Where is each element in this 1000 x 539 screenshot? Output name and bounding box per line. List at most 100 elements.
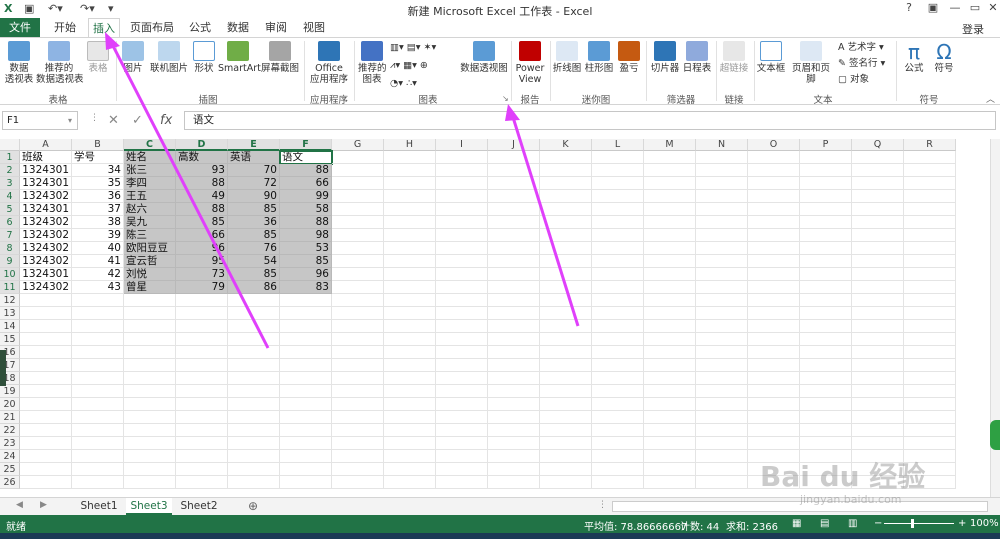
- cell-o7[interactable]: [748, 229, 800, 242]
- cell-n11[interactable]: [696, 281, 748, 294]
- cell-h23[interactable]: [384, 437, 436, 450]
- cell-a10[interactable]: 1324301: [20, 268, 72, 281]
- cell-b11[interactable]: 43: [72, 281, 124, 294]
- help-button[interactable]: ?: [898, 1, 920, 14]
- cell-i8[interactable]: [436, 242, 488, 255]
- cell-k5[interactable]: [540, 203, 592, 216]
- cell-r16[interactable]: [904, 346, 956, 359]
- cell-h25[interactable]: [384, 463, 436, 476]
- cell-f7[interactable]: 98: [280, 229, 332, 242]
- cell-m7[interactable]: [644, 229, 696, 242]
- row-header-9[interactable]: 9: [0, 255, 20, 268]
- cell-m20[interactable]: [644, 398, 696, 411]
- cell-q11[interactable]: [852, 281, 904, 294]
- cell-n24[interactable]: [696, 450, 748, 463]
- cell-o9[interactable]: [748, 255, 800, 268]
- row-header-7[interactable]: 7: [0, 229, 20, 242]
- cell-g10[interactable]: [332, 268, 384, 281]
- zoom-slider-thumb[interactable]: [911, 519, 914, 528]
- row-header-20[interactable]: 20: [0, 398, 20, 411]
- name-box[interactable]: F1: [2, 111, 78, 130]
- row-header-22[interactable]: 22: [0, 424, 20, 437]
- column-header-a[interactable]: A: [20, 139, 72, 151]
- cell-i6[interactable]: [436, 216, 488, 229]
- cell-i24[interactable]: [436, 450, 488, 463]
- cell-a7[interactable]: 1324302: [20, 229, 72, 242]
- cell-f12[interactable]: [280, 294, 332, 307]
- cell-d9[interactable]: 95: [176, 255, 228, 268]
- cell-b14[interactable]: [72, 320, 124, 333]
- cell-e2[interactable]: 70: [228, 164, 280, 177]
- cell-a8[interactable]: 1324302: [20, 242, 72, 255]
- cell-k7[interactable]: [540, 229, 592, 242]
- cell-q18[interactable]: [852, 372, 904, 385]
- cell-g19[interactable]: [332, 385, 384, 398]
- cell-o19[interactable]: [748, 385, 800, 398]
- cell-j19[interactable]: [488, 385, 540, 398]
- cell-i12[interactable]: [436, 294, 488, 307]
- cell-n4[interactable]: [696, 190, 748, 203]
- recommended-charts-button[interactable]: 推荐的 图表: [358, 41, 387, 85]
- cell-h5[interactable]: [384, 203, 436, 216]
- cell-h24[interactable]: [384, 450, 436, 463]
- cell-o6[interactable]: [748, 216, 800, 229]
- cell-m3[interactable]: [644, 177, 696, 190]
- row-header-10[interactable]: 10: [0, 268, 20, 281]
- cell-l3[interactable]: [592, 177, 644, 190]
- row-header-12[interactable]: 12: [0, 294, 20, 307]
- cell-l4[interactable]: [592, 190, 644, 203]
- cell-m5[interactable]: [644, 203, 696, 216]
- cell-q17[interactable]: [852, 359, 904, 372]
- cell-k16[interactable]: [540, 346, 592, 359]
- cell-j17[interactable]: [488, 359, 540, 372]
- cell-f16[interactable]: [280, 346, 332, 359]
- cell-a15[interactable]: [20, 333, 72, 346]
- cell-l15[interactable]: [592, 333, 644, 346]
- cell-k17[interactable]: [540, 359, 592, 372]
- cell-g16[interactable]: [332, 346, 384, 359]
- cell-m6[interactable]: [644, 216, 696, 229]
- cell-l21[interactable]: [592, 411, 644, 424]
- cell-e1[interactable]: 英语: [228, 151, 280, 164]
- cell-k24[interactable]: [540, 450, 592, 463]
- cell-g25[interactable]: [332, 463, 384, 476]
- cell-a14[interactable]: [20, 320, 72, 333]
- cell-p19[interactable]: [800, 385, 852, 398]
- cell-h19[interactable]: [384, 385, 436, 398]
- cell-d20[interactable]: [176, 398, 228, 411]
- cell-c12[interactable]: [124, 294, 176, 307]
- column-header-m[interactable]: M: [644, 139, 696, 151]
- symbol-button[interactable]: Ω 符号: [930, 41, 958, 74]
- cell-f18[interactable]: [280, 372, 332, 385]
- cell-g21[interactable]: [332, 411, 384, 424]
- cell-j3[interactable]: [488, 177, 540, 190]
- cell-r23[interactable]: [904, 437, 956, 450]
- cell-p23[interactable]: [800, 437, 852, 450]
- cell-e12[interactable]: [228, 294, 280, 307]
- cell-n10[interactable]: [696, 268, 748, 281]
- prev-sheet-icon[interactable]: ◀: [16, 500, 23, 510]
- cell-o11[interactable]: [748, 281, 800, 294]
- cell-n18[interactable]: [696, 372, 748, 385]
- cell-p21[interactable]: [800, 411, 852, 424]
- cell-b2[interactable]: 34: [72, 164, 124, 177]
- cell-k26[interactable]: [540, 476, 592, 489]
- cell-r7[interactable]: [904, 229, 956, 242]
- cell-f26[interactable]: [280, 476, 332, 489]
- cell-b23[interactable]: [72, 437, 124, 450]
- cell-q13[interactable]: [852, 307, 904, 320]
- cell-j6[interactable]: [488, 216, 540, 229]
- column-header-c[interactable]: C: [124, 139, 176, 151]
- cell-g23[interactable]: [332, 437, 384, 450]
- cell-c15[interactable]: [124, 333, 176, 346]
- column-header-b[interactable]: B: [72, 139, 124, 151]
- cell-o20[interactable]: [748, 398, 800, 411]
- cell-j22[interactable]: [488, 424, 540, 437]
- cell-m17[interactable]: [644, 359, 696, 372]
- cell-g6[interactable]: [332, 216, 384, 229]
- slicer-button[interactable]: 切片器: [650, 41, 680, 74]
- cell-h2[interactable]: [384, 164, 436, 177]
- cell-q7[interactable]: [852, 229, 904, 242]
- cell-l16[interactable]: [592, 346, 644, 359]
- cell-h16[interactable]: [384, 346, 436, 359]
